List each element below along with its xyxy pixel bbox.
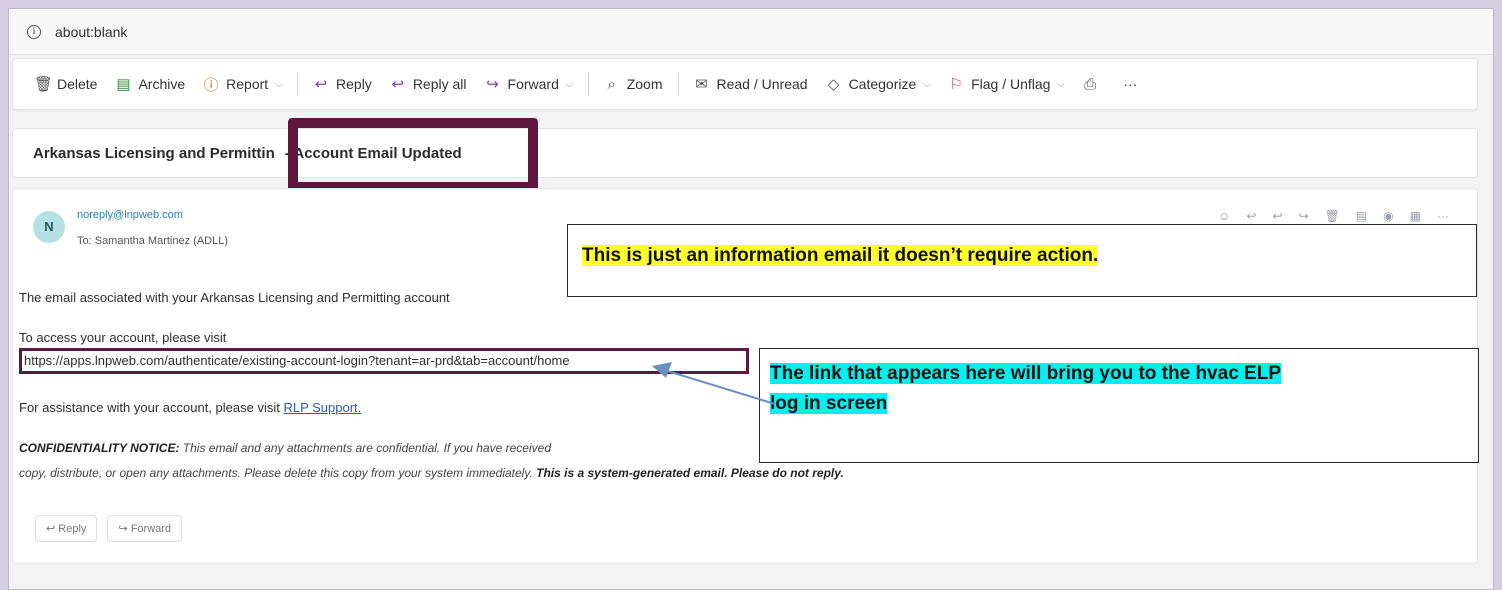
flag-icon: ⚐: [949, 76, 963, 93]
reply-icon: ↩: [314, 76, 328, 93]
chevron-down-icon[interactable]: ⌵: [923, 79, 930, 90]
archive-button[interactable]: ▤ Archive: [106, 68, 194, 100]
inline-forward-button[interactable]: ↪ Forward: [107, 515, 183, 542]
message-actions: ☺ ↩ ↩ ↪ 🗑 ▤ ◉ ▦ ···: [1218, 209, 1449, 223]
forward-label: Forward: [507, 76, 559, 92]
printer-icon: ⎙: [1084, 75, 1097, 93]
more-options-button[interactable]: ···: [1114, 68, 1146, 100]
info-callout-text: This is just an information email it doe…: [582, 245, 1099, 266]
reply-all-icon[interactable]: ↩: [1272, 209, 1282, 223]
confidentiality-notice-line-2: copy, distribute, or open any attachment…: [19, 466, 844, 480]
reply-label: Reply: [336, 76, 372, 92]
categorize-button[interactable]: ◇ Categorize ⌵: [817, 68, 940, 100]
subject-highlight-box: [288, 118, 538, 192]
recipient-line: To: Samantha Martinez (ADLL): [77, 235, 229, 247]
archive-icon[interactable]: ▤: [1356, 209, 1367, 223]
link-callout-line-2: log in screen: [770, 393, 888, 414]
notice-text-1: This email and any attachments are confi…: [179, 441, 551, 455]
delete-button[interactable]: 🗑 Delete: [25, 68, 106, 100]
inline-forward-label: Forward: [130, 523, 172, 535]
chevron-down-icon[interactable]: ⌵: [275, 79, 282, 90]
zoom-icon: ⌕: [607, 75, 616, 93]
info-icon[interactable]: i: [27, 24, 41, 39]
chevron-down-icon[interactable]: ⌵: [1057, 79, 1064, 90]
body-line-1: The email associated with your Arkansas …: [19, 290, 450, 305]
flag-unflag-label: Flag / Unflag: [971, 76, 1051, 92]
assistance-line: For assistance with your account, please…: [19, 400, 361, 415]
forward-icon: ↪: [486, 76, 499, 93]
zoom-label: Zoom: [626, 76, 663, 92]
account-link[interactable]: https://apps.lnpweb.com/authenticate/exi…: [19, 348, 749, 374]
subject-bar: Arkansas Licensing and Permittin - Accou…: [12, 128, 1478, 178]
tag-icon: ◇: [827, 76, 840, 93]
rlp-support-link[interactable]: RLP Support.: [283, 400, 361, 415]
more-label: ···: [1123, 76, 1138, 92]
emoji-icon[interactable]: ☺: [1218, 209, 1230, 223]
inline-reply-button[interactable]: ↩ Reply: [35, 515, 98, 542]
notice-text-2: copy, distribute, or open any attachment…: [19, 466, 537, 480]
info-callout: This is just an information email it doe…: [567, 224, 1477, 297]
notice-label: CONFIDENTIALITY NOTICE:: [19, 441, 180, 455]
assistance-text: For assistance with your account, please…: [19, 400, 284, 415]
reply-button[interactable]: ↩ Reply: [304, 68, 381, 100]
toolbar-divider: [677, 72, 679, 96]
trash-icon[interactable]: 🗑: [1325, 209, 1340, 223]
report-label: Report: [226, 76, 269, 92]
message-toolbar: 🗑 Delete ▤ Archive ⓘ Report ⌵ ↩ Reply ↩ Reply …: [12, 58, 1478, 110]
forward-button[interactable]: ↪ Forward ⌵: [476, 68, 582, 100]
confidentiality-notice-line-1: CONFIDENTIALITY NOTICE: This email and a…: [19, 441, 551, 455]
chevron-down-icon[interactable]: ⌵: [566, 79, 573, 90]
read-unread-label: Read / Unread: [716, 76, 808, 92]
zoom-button[interactable]: ⌕ Zoom: [595, 68, 672, 100]
report-icon: ⓘ: [203, 76, 219, 94]
print-button[interactable]: ⎙: [1073, 68, 1114, 100]
delete-label: Delete: [57, 76, 98, 92]
toolbar-divider: [297, 72, 299, 96]
link-callout-line-1: The link that appears here will bring yo…: [770, 363, 1281, 384]
inline-reply-label: Reply: [58, 523, 87, 535]
toolbar-divider: [587, 72, 589, 96]
reply-all-label: Reply all: [412, 76, 467, 92]
address-url[interactable]: about:blank: [55, 24, 127, 40]
apps-icon[interactable]: ▦: [1410, 209, 1421, 223]
link-callout: The link that appears here will bring yo…: [759, 348, 1479, 463]
archive-icon: ▤: [116, 76, 131, 93]
more-icon[interactable]: ···: [1437, 209, 1449, 223]
reply-icon[interactable]: ↩: [1246, 209, 1256, 223]
trash-icon: 🗑: [34, 76, 54, 93]
avatar[interactable]: N: [33, 211, 65, 243]
flag-unflag-button[interactable]: ⚐ Flag / Unflag ⌵: [939, 68, 1073, 100]
reply-all-button[interactable]: ↩ Reply all: [381, 68, 476, 100]
body-line-2: To access your account, please visit: [19, 330, 227, 345]
sender-address[interactable]: noreply@lnpweb.com: [77, 209, 183, 221]
archive-label: Archive: [138, 76, 186, 92]
forward-icon[interactable]: ↪: [1299, 209, 1309, 223]
email-subject: Arkansas Licensing and Permittin: [33, 144, 275, 162]
notice-system-generated: This is a system-generated email. Please…: [536, 466, 844, 480]
reply-all-icon: ↩: [391, 76, 405, 93]
reply-icon: ↩: [46, 523, 59, 535]
report-button[interactable]: ⓘ Report ⌵: [194, 68, 291, 100]
teams-icon[interactable]: ◉: [1383, 209, 1393, 223]
read-unread-button[interactable]: ✉ Read / Unread: [685, 68, 817, 100]
address-bar[interactable]: i about:blank: [9, 9, 1493, 55]
forward-icon: ↪: [118, 523, 131, 535]
categorize-label: Categorize: [848, 76, 917, 92]
quick-actions: ↩ Reply ↪ Forward: [35, 515, 183, 542]
envelope-icon: ✉: [695, 76, 708, 93]
